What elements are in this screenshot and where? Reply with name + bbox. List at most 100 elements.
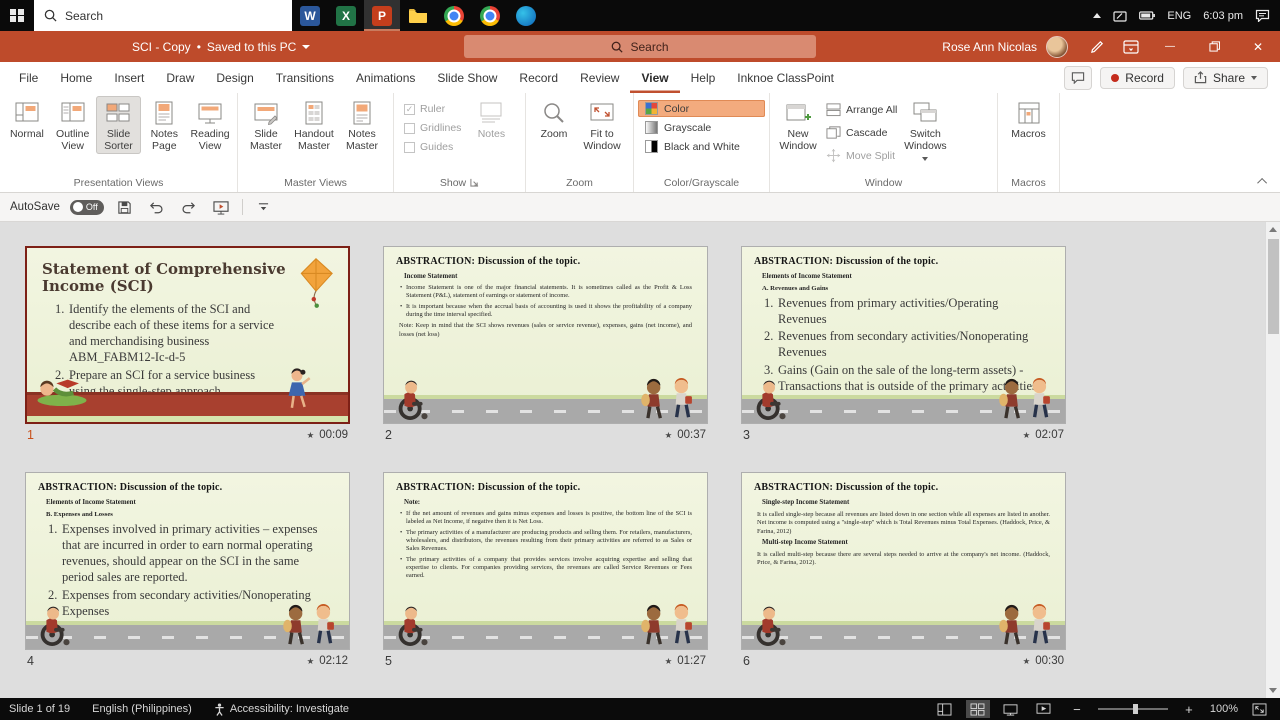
edge-app-button[interactable]: [508, 0, 544, 31]
collapse-ribbon-button[interactable]: [1254, 174, 1272, 188]
zoom-slider-thumb[interactable]: [1132, 704, 1138, 714]
slide-indicator[interactable]: Slide 1 of 19: [9, 703, 70, 715]
redo-button[interactable]: [178, 196, 200, 218]
notes-page-button[interactable]: Notes Page: [141, 96, 187, 154]
slide-sorter-icon: [106, 103, 130, 122]
zoom-in-button[interactable]: [1177, 700, 1201, 718]
tab-record[interactable]: Record: [508, 62, 569, 93]
zoom-slider[interactable]: [1097, 704, 1168, 714]
handout-master-button[interactable]: Handout Master: [290, 96, 338, 154]
language-status[interactable]: English (Philippines): [92, 703, 192, 715]
macros-button[interactable]: Macros: [1005, 96, 1053, 142]
list-number: 1.: [764, 295, 774, 310]
tab-design[interactable]: Design: [205, 62, 264, 93]
move-split-button[interactable]: Move Split: [822, 146, 901, 165]
notes-button[interactable]: Notes: [467, 96, 515, 142]
normal-view-button-small[interactable]: [933, 700, 957, 718]
reading-view-button-small[interactable]: [999, 700, 1023, 718]
tab-insert[interactable]: Insert: [103, 62, 155, 93]
slide-show-button-small[interactable]: [1032, 700, 1056, 718]
tab-transitions[interactable]: Transitions: [265, 62, 345, 93]
language-indicator[interactable]: ENG: [1167, 10, 1191, 22]
scrollbar-thumb[interactable]: [1268, 239, 1279, 334]
notes-master-button[interactable]: Notes Master: [338, 96, 386, 154]
excel-app-button[interactable]: [328, 0, 364, 31]
tab-file[interactable]: File: [8, 62, 49, 93]
slide-sorter-button[interactable]: Slide Sorter: [95, 96, 142, 155]
zoom-out-button[interactable]: [1065, 700, 1089, 718]
tab-slide-show[interactable]: Slide Show: [426, 62, 508, 93]
scroll-up-button[interactable]: [1266, 222, 1280, 237]
guides-checkbox[interactable]: Guides: [404, 141, 461, 153]
accessibility-status[interactable]: Accessibility: Investigate: [214, 702, 349, 716]
share-button[interactable]: Share: [1182, 66, 1268, 89]
taskbar-search[interactable]: Search: [34, 0, 292, 31]
slide-text-block: Single-step Income Statement: [762, 499, 850, 506]
zoom-level[interactable]: 100%: [1210, 703, 1238, 715]
minimize-button[interactable]: [1148, 31, 1192, 62]
fit-slide-to-window-button[interactable]: [1247, 700, 1271, 718]
save-button[interactable]: [114, 196, 136, 218]
action-center-button[interactable]: [1255, 9, 1270, 22]
battery-button[interactable]: [1139, 11, 1156, 20]
slide-thumbnail-5[interactable]: ABSTRACTION: Discussion of the topic. Not…: [383, 472, 708, 650]
powerpoint-app-button[interactable]: [364, 0, 400, 31]
new-window-button[interactable]: New Window: [774, 96, 822, 154]
slide-thumbnail-4[interactable]: ABSTRACTION: Discussion of the topic. Ele…: [25, 472, 350, 650]
word-app-button[interactable]: [292, 0, 328, 31]
undo-button[interactable]: [146, 196, 168, 218]
arrange-all-button[interactable]: Arrange All: [822, 100, 901, 119]
tab-home[interactable]: Home: [49, 62, 103, 93]
avatar[interactable]: [1046, 35, 1068, 58]
restore-button[interactable]: [1192, 31, 1236, 62]
vertical-scrollbar[interactable]: [1265, 222, 1280, 698]
grayscale-button[interactable]: Grayscale: [638, 119, 765, 136]
tab-inknoe-classpoint[interactable]: Inknoe ClassPoint: [726, 62, 845, 93]
zoom-button[interactable]: Zoom: [530, 96, 578, 142]
fit-to-window-button[interactable]: Fit to Window: [578, 96, 626, 154]
chrome-app-button-2[interactable]: [472, 0, 508, 31]
ruler-checkbox[interactable]: Ruler: [404, 103, 461, 115]
slide-thumbnail-2[interactable]: ABSTRACTION: Discussion of the topic. Inc…: [383, 246, 708, 424]
inking-button[interactable]: [1080, 31, 1114, 62]
file-explorer-app-button[interactable]: [400, 0, 436, 31]
reading-view-button[interactable]: Reading View: [187, 96, 233, 154]
close-button[interactable]: [1236, 31, 1280, 62]
outline-view-button[interactable]: Outline View: [50, 96, 96, 154]
slide-thumbnail-1[interactable]: Statement of Comprehensive Income (SCI) 1…: [25, 246, 350, 424]
title-search-box[interactable]: Search: [464, 35, 816, 58]
tab-draw[interactable]: Draw: [155, 62, 205, 93]
slide-thumbnail-3[interactable]: ABSTRACTION: Discussion of the topic. Ele…: [741, 246, 1066, 424]
tab-help[interactable]: Help: [680, 62, 727, 93]
autosave-toggle[interactable]: Off: [69, 199, 104, 215]
switch-windows-button[interactable]: Switch Windows: [901, 96, 949, 166]
clock[interactable]: 6:03 pm: [1203, 10, 1243, 22]
start-button[interactable]: [0, 0, 34, 31]
scrollbar-track[interactable]: [1266, 237, 1280, 683]
record-button[interactable]: Record: [1100, 66, 1175, 89]
color-button[interactable]: Color: [638, 100, 765, 117]
ribbon-display-options-button[interactable]: [1114, 31, 1148, 62]
dialog-launcher-icon[interactable]: [470, 178, 479, 187]
start-from-beginning-button[interactable]: [210, 196, 232, 218]
normal-view-button[interactable]: Normal: [4, 96, 50, 142]
user-name[interactable]: Rose Ann Nicolas: [942, 40, 1037, 54]
tab-view[interactable]: View: [630, 62, 679, 93]
black-and-white-button[interactable]: Black and White: [638, 138, 765, 155]
tab-animations[interactable]: Animations: [345, 62, 426, 93]
pen-input-button[interactable]: [1113, 10, 1128, 22]
wheelchair-kid-graphic: [33, 603, 77, 647]
slide-sorter-view-button-small[interactable]: [965, 700, 990, 718]
customize-quick-access-button[interactable]: [253, 196, 275, 218]
tab-review[interactable]: Review: [569, 62, 630, 93]
chrome-app-button[interactable]: [436, 0, 472, 31]
scroll-down-button[interactable]: [1266, 683, 1280, 698]
slide-thumbnail-6[interactable]: ABSTRACTION: Discussion of the topic. Sin…: [741, 472, 1066, 650]
slide-text-block: It is called single-step because all rev…: [757, 510, 1050, 535]
gridlines-checkbox[interactable]: Gridlines: [404, 122, 461, 134]
comments-button[interactable]: [1064, 65, 1093, 90]
document-title[interactable]: SCI - Copy • Saved to this PC: [132, 31, 311, 62]
cascade-button[interactable]: Cascade: [822, 123, 901, 142]
slide-master-button[interactable]: Slide Master: [242, 96, 290, 154]
tray-expand-button[interactable]: [1093, 13, 1102, 18]
